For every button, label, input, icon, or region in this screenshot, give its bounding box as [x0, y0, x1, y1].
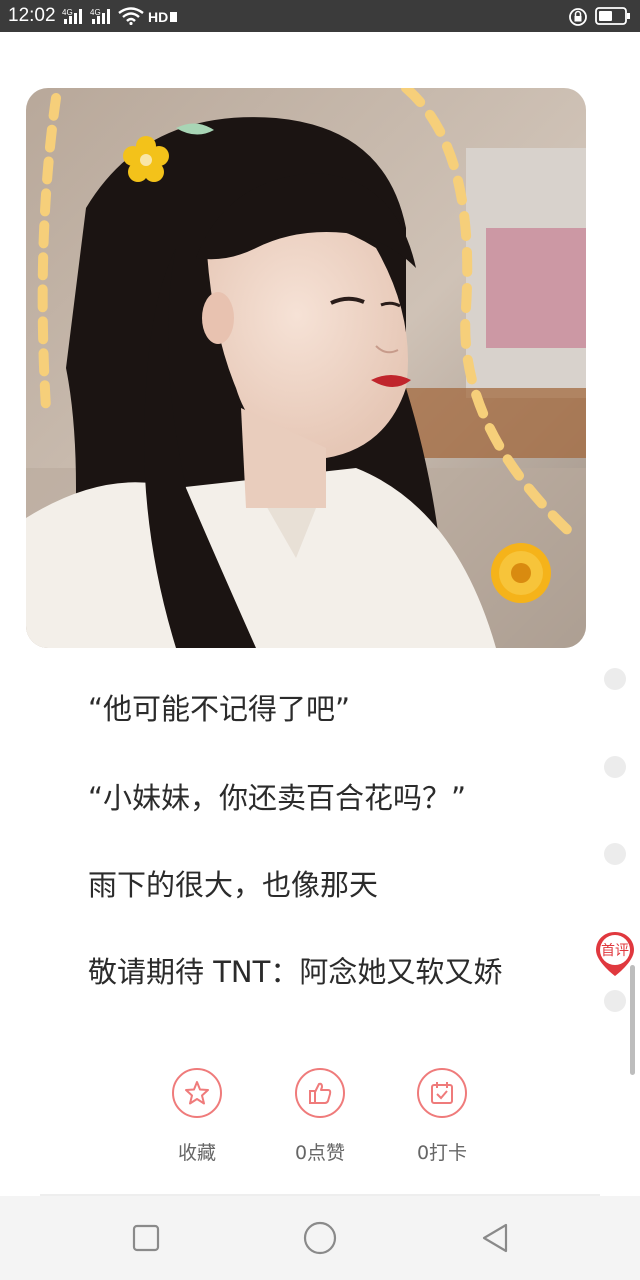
paragraph-1: “他可能不记得了吧” [88, 692, 351, 726]
like-label: 0点赞 [294, 1142, 346, 1164]
svg-text:4G: 4G [62, 8, 73, 17]
favorite-label: 收藏 [177, 1142, 216, 1164]
checkin-label: 0打卡 [416, 1142, 468, 1164]
paragraph-2: “小妹妹，你还卖百合花吗？” [88, 781, 467, 815]
paragraph-4: 敬请期待 TNT：阿念她又软又娇 [88, 955, 503, 989]
star-icon [185, 1081, 209, 1105]
signal-icon: 4G [90, 8, 110, 24]
first-review-label: 首评 [601, 943, 629, 959]
paragraph-3: 雨下的很大，也像那天 [88, 868, 379, 902]
battery-icon [595, 7, 630, 25]
wifi-icon [118, 7, 144, 25]
like-button[interactable]: 0点赞 [270, 1068, 370, 1165]
svg-text:4G: 4G [90, 8, 101, 17]
status-time: 12:02 [8, 5, 56, 26]
back-icon[interactable] [480, 1222, 510, 1254]
comment-dot[interactable] [604, 990, 626, 1012]
system-nav-bar [0, 1196, 640, 1280]
signal-icon: 4G [62, 8, 82, 24]
scrollbar[interactable] [630, 965, 635, 1075]
checkin-button[interactable]: 0打卡 [392, 1068, 492, 1165]
lock-rotation-icon [569, 8, 587, 26]
article-image[interactable] [26, 88, 586, 648]
comment-dot[interactable] [604, 756, 626, 778]
favorite-button[interactable]: 收藏 [147, 1068, 247, 1165]
calendar-check-icon [431, 1082, 453, 1104]
recent-apps-icon[interactable] [132, 1224, 160, 1252]
svg-text:HD: HD [148, 9, 168, 25]
comment-dot[interactable] [604, 843, 626, 865]
comment-dot[interactable] [604, 668, 626, 690]
first-review-badge[interactable]: 首评 [594, 930, 636, 978]
portrait-illustration [26, 88, 586, 648]
thumbs-up-icon [309, 1082, 332, 1104]
hd-icon: HD [148, 9, 177, 25]
home-icon[interactable] [303, 1221, 337, 1255]
status-bar: 12:02 4G 4G HD [0, 0, 640, 32]
